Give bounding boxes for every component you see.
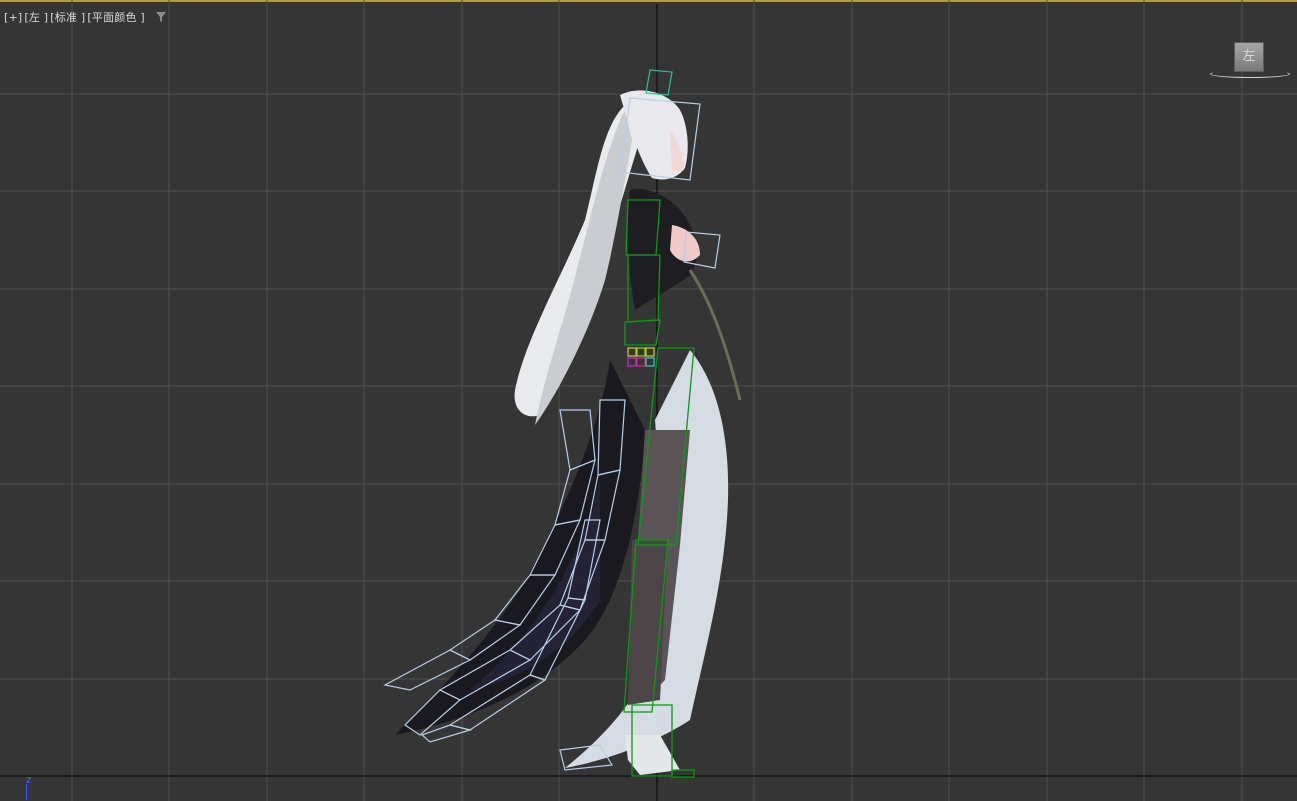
viewport-shading-label[interactable]: [标准 ] — [50, 9, 85, 25]
viewport-display-label[interactable]: [平面颜色 ] — [87, 9, 144, 25]
axis-indicator: Z — [18, 776, 34, 801]
viewcube-face-left[interactable]: 左 — [1234, 42, 1264, 72]
viewcube-ring[interactable] — [1210, 70, 1290, 78]
axis-z-icon — [26, 784, 27, 800]
viewport-view-label[interactable]: [左 ] — [24, 9, 48, 25]
viewport-label-bar: [+] [左 ] [标准 ] [平面颜色 ] — [4, 10, 167, 24]
viewport-menu-plus[interactable]: [+] — [4, 11, 22, 24]
filter-icon[interactable] — [155, 11, 167, 23]
character-model[interactable] — [360, 65, 760, 785]
viewcube[interactable]: 左 — [1210, 40, 1290, 82]
